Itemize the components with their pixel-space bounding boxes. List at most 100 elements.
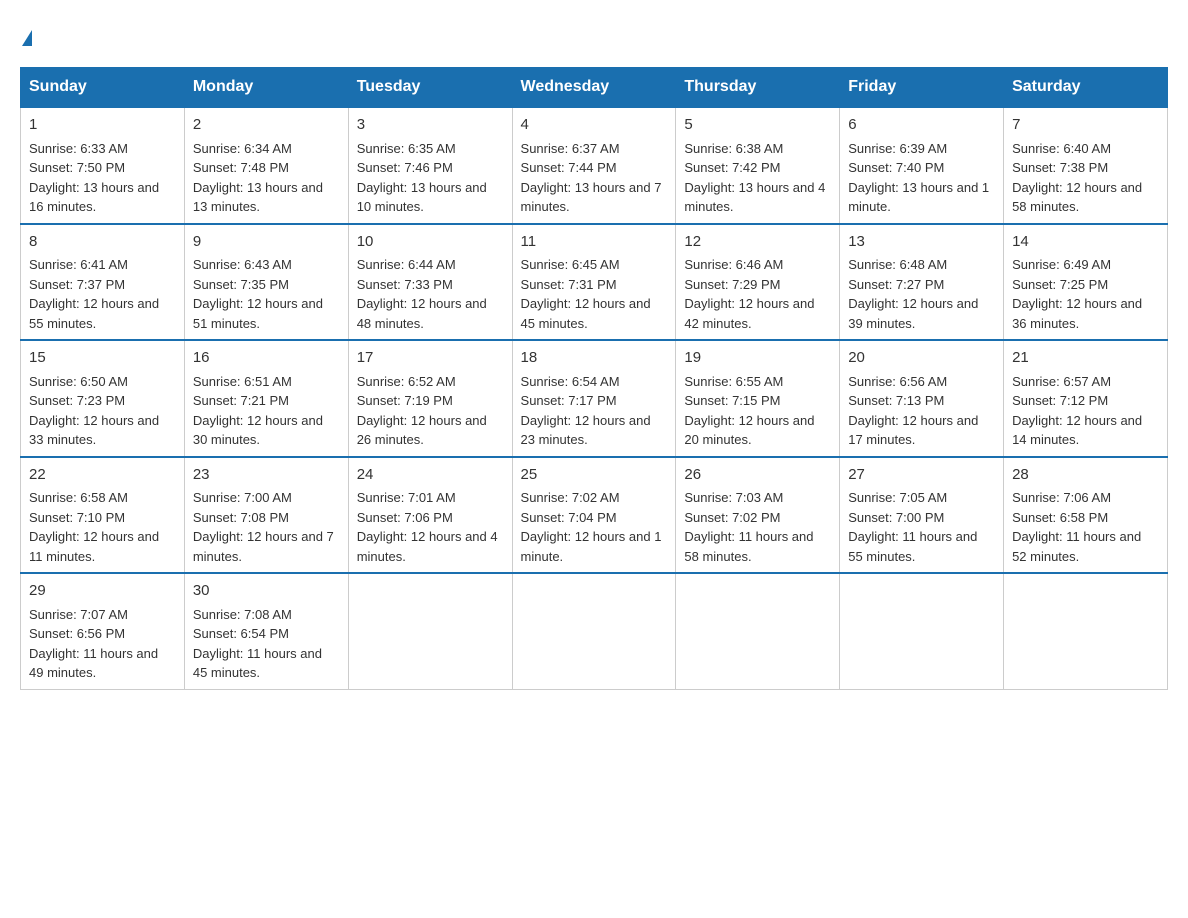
day-header-wednesday: Wednesday [512, 68, 676, 108]
calendar-cell: 11Sunrise: 6:45 AMSunset: 7:31 PMDayligh… [512, 224, 676, 341]
day-info: Sunrise: 6:46 AMSunset: 7:29 PMDaylight:… [684, 255, 831, 333]
calendar-cell: 12Sunrise: 6:46 AMSunset: 7:29 PMDayligh… [676, 224, 840, 341]
day-header-monday: Monday [184, 68, 348, 108]
calendar-cell: 22Sunrise: 6:58 AMSunset: 7:10 PMDayligh… [21, 457, 185, 574]
calendar-header-row: SundayMondayTuesdayWednesdayThursdayFrid… [21, 68, 1168, 108]
day-info: Sunrise: 6:43 AMSunset: 7:35 PMDaylight:… [193, 255, 340, 333]
calendar-cell [676, 573, 840, 689]
calendar-cell: 3Sunrise: 6:35 AMSunset: 7:46 PMDaylight… [348, 107, 512, 224]
day-info: Sunrise: 7:08 AMSunset: 6:54 PMDaylight:… [193, 605, 340, 683]
day-number: 2 [193, 114, 340, 137]
calendar-cell [1004, 573, 1168, 689]
day-info: Sunrise: 7:03 AMSunset: 7:02 PMDaylight:… [684, 488, 831, 566]
calendar-week-row: 15Sunrise: 6:50 AMSunset: 7:23 PMDayligh… [21, 340, 1168, 457]
calendar-cell: 14Sunrise: 6:49 AMSunset: 7:25 PMDayligh… [1004, 224, 1168, 341]
day-number: 16 [193, 347, 340, 370]
calendar-week-row: 1Sunrise: 6:33 AMSunset: 7:50 PMDaylight… [21, 107, 1168, 224]
calendar-week-row: 22Sunrise: 6:58 AMSunset: 7:10 PMDayligh… [21, 457, 1168, 574]
calendar-cell: 16Sunrise: 6:51 AMSunset: 7:21 PMDayligh… [184, 340, 348, 457]
calendar-cell: 9Sunrise: 6:43 AMSunset: 7:35 PMDaylight… [184, 224, 348, 341]
day-number: 11 [521, 231, 668, 254]
calendar-cell: 27Sunrise: 7:05 AMSunset: 7:00 PMDayligh… [840, 457, 1004, 574]
calendar-cell: 8Sunrise: 6:41 AMSunset: 7:37 PMDaylight… [21, 224, 185, 341]
logo [20, 20, 32, 47]
calendar-cell: 29Sunrise: 7:07 AMSunset: 6:56 PMDayligh… [21, 573, 185, 689]
day-info: Sunrise: 6:55 AMSunset: 7:15 PMDaylight:… [684, 372, 831, 450]
day-info: Sunrise: 6:56 AMSunset: 7:13 PMDaylight:… [848, 372, 995, 450]
calendar-cell: 26Sunrise: 7:03 AMSunset: 7:02 PMDayligh… [676, 457, 840, 574]
day-info: Sunrise: 7:02 AMSunset: 7:04 PMDaylight:… [521, 488, 668, 566]
calendar-cell: 10Sunrise: 6:44 AMSunset: 7:33 PMDayligh… [348, 224, 512, 341]
day-info: Sunrise: 6:58 AMSunset: 7:10 PMDaylight:… [29, 488, 176, 566]
calendar-cell: 15Sunrise: 6:50 AMSunset: 7:23 PMDayligh… [21, 340, 185, 457]
day-info: Sunrise: 6:57 AMSunset: 7:12 PMDaylight:… [1012, 372, 1159, 450]
calendar-cell: 13Sunrise: 6:48 AMSunset: 7:27 PMDayligh… [840, 224, 1004, 341]
day-info: Sunrise: 6:39 AMSunset: 7:40 PMDaylight:… [848, 139, 995, 217]
calendar-cell: 24Sunrise: 7:01 AMSunset: 7:06 PMDayligh… [348, 457, 512, 574]
day-number: 8 [29, 231, 176, 254]
calendar-cell: 18Sunrise: 6:54 AMSunset: 7:17 PMDayligh… [512, 340, 676, 457]
calendar-week-row: 8Sunrise: 6:41 AMSunset: 7:37 PMDaylight… [21, 224, 1168, 341]
day-info: Sunrise: 7:05 AMSunset: 7:00 PMDaylight:… [848, 488, 995, 566]
day-number: 27 [848, 464, 995, 487]
day-number: 26 [684, 464, 831, 487]
day-number: 9 [193, 231, 340, 254]
day-number: 4 [521, 114, 668, 137]
day-info: Sunrise: 6:51 AMSunset: 7:21 PMDaylight:… [193, 372, 340, 450]
day-info: Sunrise: 7:00 AMSunset: 7:08 PMDaylight:… [193, 488, 340, 566]
calendar-cell: 21Sunrise: 6:57 AMSunset: 7:12 PMDayligh… [1004, 340, 1168, 457]
day-number: 30 [193, 580, 340, 603]
day-number: 18 [521, 347, 668, 370]
calendar-cell [512, 573, 676, 689]
logo-triangle-icon [22, 30, 32, 46]
day-info: Sunrise: 6:45 AMSunset: 7:31 PMDaylight:… [521, 255, 668, 333]
day-header-saturday: Saturday [1004, 68, 1168, 108]
day-number: 5 [684, 114, 831, 137]
calendar-cell: 6Sunrise: 6:39 AMSunset: 7:40 PMDaylight… [840, 107, 1004, 224]
day-header-friday: Friday [840, 68, 1004, 108]
day-number: 1 [29, 114, 176, 137]
day-info: Sunrise: 6:52 AMSunset: 7:19 PMDaylight:… [357, 372, 504, 450]
day-number: 12 [684, 231, 831, 254]
calendar-cell [348, 573, 512, 689]
day-header-sunday: Sunday [21, 68, 185, 108]
day-info: Sunrise: 6:35 AMSunset: 7:46 PMDaylight:… [357, 139, 504, 217]
day-info: Sunrise: 7:06 AMSunset: 6:58 PMDaylight:… [1012, 488, 1159, 566]
calendar-cell: 7Sunrise: 6:40 AMSunset: 7:38 PMDaylight… [1004, 107, 1168, 224]
calendar-cell [840, 573, 1004, 689]
day-info: Sunrise: 6:33 AMSunset: 7:50 PMDaylight:… [29, 139, 176, 217]
day-number: 10 [357, 231, 504, 254]
day-number: 17 [357, 347, 504, 370]
calendar-cell: 4Sunrise: 6:37 AMSunset: 7:44 PMDaylight… [512, 107, 676, 224]
page-header [20, 20, 1168, 47]
calendar-cell: 28Sunrise: 7:06 AMSunset: 6:58 PMDayligh… [1004, 457, 1168, 574]
calendar-cell: 5Sunrise: 6:38 AMSunset: 7:42 PMDaylight… [676, 107, 840, 224]
day-info: Sunrise: 6:54 AMSunset: 7:17 PMDaylight:… [521, 372, 668, 450]
day-info: Sunrise: 6:49 AMSunset: 7:25 PMDaylight:… [1012, 255, 1159, 333]
calendar-cell: 23Sunrise: 7:00 AMSunset: 7:08 PMDayligh… [184, 457, 348, 574]
day-info: Sunrise: 6:44 AMSunset: 7:33 PMDaylight:… [357, 255, 504, 333]
day-info: Sunrise: 6:50 AMSunset: 7:23 PMDaylight:… [29, 372, 176, 450]
day-info: Sunrise: 6:37 AMSunset: 7:44 PMDaylight:… [521, 139, 668, 217]
day-info: Sunrise: 6:41 AMSunset: 7:37 PMDaylight:… [29, 255, 176, 333]
calendar-cell: 25Sunrise: 7:02 AMSunset: 7:04 PMDayligh… [512, 457, 676, 574]
day-number: 22 [29, 464, 176, 487]
day-header-tuesday: Tuesday [348, 68, 512, 108]
day-number: 25 [521, 464, 668, 487]
calendar-cell: 2Sunrise: 6:34 AMSunset: 7:48 PMDaylight… [184, 107, 348, 224]
day-number: 23 [193, 464, 340, 487]
day-info: Sunrise: 6:38 AMSunset: 7:42 PMDaylight:… [684, 139, 831, 217]
calendar-cell: 19Sunrise: 6:55 AMSunset: 7:15 PMDayligh… [676, 340, 840, 457]
day-info: Sunrise: 6:40 AMSunset: 7:38 PMDaylight:… [1012, 139, 1159, 217]
calendar-cell: 20Sunrise: 6:56 AMSunset: 7:13 PMDayligh… [840, 340, 1004, 457]
day-number: 29 [29, 580, 176, 603]
day-number: 3 [357, 114, 504, 137]
day-number: 6 [848, 114, 995, 137]
calendar-table: SundayMondayTuesdayWednesdayThursdayFrid… [20, 67, 1168, 690]
day-info: Sunrise: 6:48 AMSunset: 7:27 PMDaylight:… [848, 255, 995, 333]
calendar-cell: 30Sunrise: 7:08 AMSunset: 6:54 PMDayligh… [184, 573, 348, 689]
day-info: Sunrise: 6:34 AMSunset: 7:48 PMDaylight:… [193, 139, 340, 217]
day-info: Sunrise: 7:07 AMSunset: 6:56 PMDaylight:… [29, 605, 176, 683]
calendar-cell: 1Sunrise: 6:33 AMSunset: 7:50 PMDaylight… [21, 107, 185, 224]
day-number: 28 [1012, 464, 1159, 487]
